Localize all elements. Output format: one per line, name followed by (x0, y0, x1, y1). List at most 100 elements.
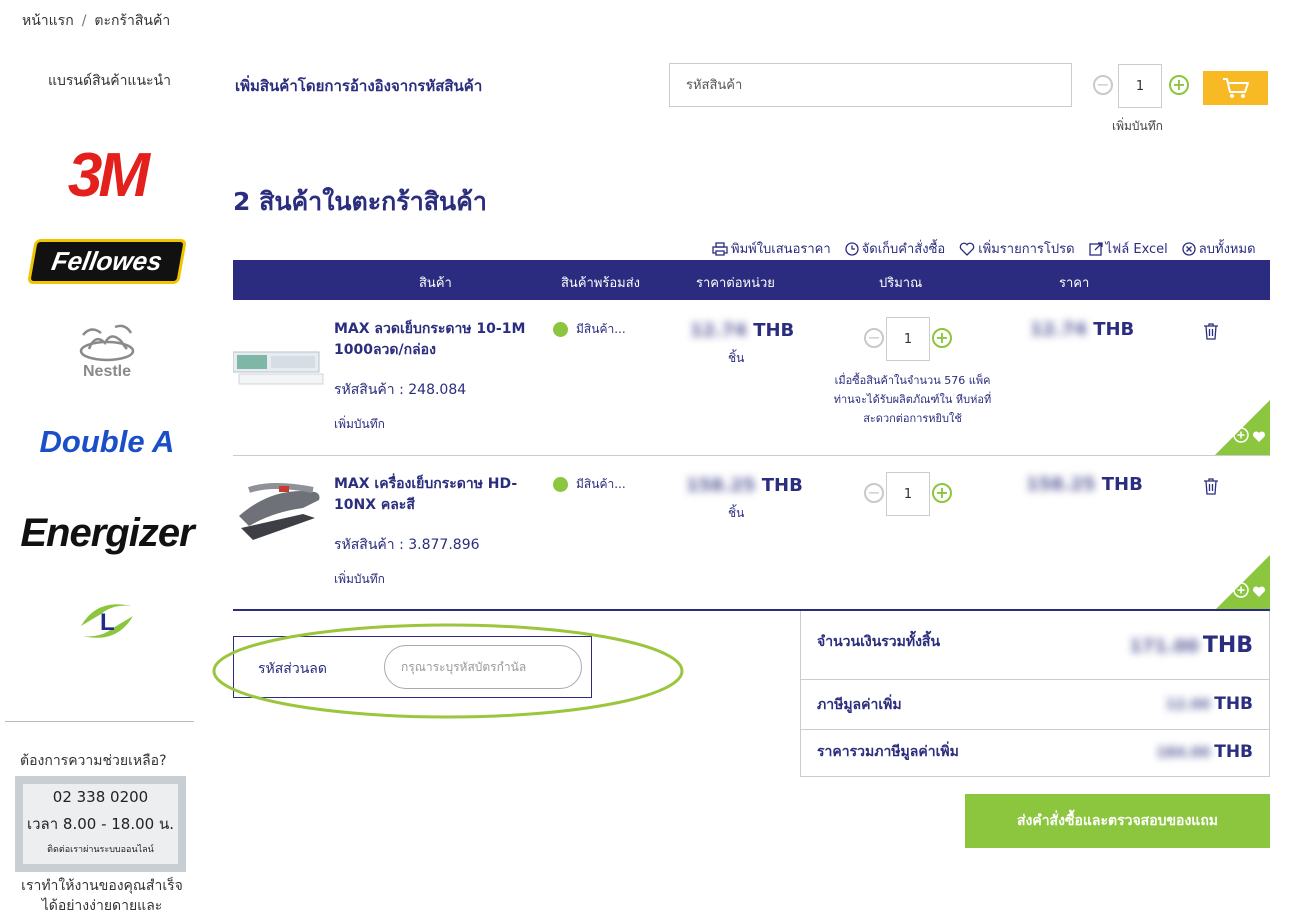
summary-vat-value: 12.00 THB (1166, 694, 1253, 714)
remove-all-button[interactable]: ลบทั้งหมด (1182, 238, 1256, 259)
brand-logo-energizer[interactable]: Energizer (20, 505, 194, 561)
remove-item-button[interactable] (1203, 477, 1219, 499)
breadcrumb: หน้าแรก / ตะกร้าสินค้า (22, 10, 170, 32)
summary-total-row: จำนวนเงินรวมทั้งสิ้น 171.00 THB (801, 611, 1269, 679)
summary-grand-label: ราคารวมภาษีมูลค่าเพิ่ม (817, 744, 959, 760)
summary-total-currency: THB (1202, 633, 1253, 658)
column-unit-price: ราคาต่อหน่วย (696, 276, 775, 291)
brand-logo-3m[interactable]: 3M (22, 140, 192, 210)
decrease-quantity-button[interactable]: − (864, 483, 884, 503)
column-quantity: ปริมาณ (879, 276, 923, 291)
quick-actions-corner[interactable] (1215, 400, 1270, 455)
availability-status: มีสินค้า... (553, 320, 626, 339)
add-to-cart-button[interactable] (1203, 71, 1268, 105)
sidebar-divider (5, 721, 194, 722)
breadcrumb-separator: / (81, 13, 87, 29)
column-price: ราคา (1059, 276, 1090, 291)
in-stock-icon (553, 477, 568, 492)
increase-quantity-button[interactable]: + (932, 483, 952, 503)
minus-icon: − (1096, 75, 1110, 94)
add-note-link[interactable]: เพิ่มบันทึก (334, 570, 385, 589)
product-image-staples[interactable] (232, 336, 325, 406)
decrease-quantity-button[interactable]: − (864, 328, 884, 348)
stapler-image (239, 483, 320, 540)
line-total-currency: THB (1093, 319, 1135, 340)
minus-icon: − (867, 483, 881, 502)
unit-price-currency: THB (761, 475, 803, 496)
summary-vat-label: ภาษีมูลค่าเพิ่ม (817, 697, 902, 713)
in-stock-icon (553, 322, 568, 337)
availability-text: มีสินค้า... (576, 477, 626, 491)
sku-input[interactable] (669, 63, 1072, 107)
increase-quantity-button[interactable]: + (932, 328, 952, 348)
summary-total-value: 171.00 THB (1129, 633, 1253, 658)
availability-status: มีสินค้า... (553, 475, 626, 494)
line-total-currency: THB (1101, 474, 1143, 495)
breadcrumb-home-link[interactable]: หน้าแรก (22, 13, 74, 29)
quantity-input[interactable]: 1 (886, 472, 930, 516)
help-online-link[interactable]: ติดต่อเราผ่านระบบออนไลน์ (23, 842, 178, 856)
unit-price: 12.74 THB (690, 320, 794, 341)
print-quote-label: พิมพ์ใบเสนอราคา (731, 242, 831, 257)
help-contact-card[interactable]: 02 338 0200 เวลา 8.00 - 18.00 น. ติดต่อเ… (15, 776, 186, 872)
product-image-stapler[interactable] (233, 478, 325, 548)
quick-actions-corner[interactable] (1215, 555, 1270, 610)
help-title: ต้องการความช่วยเหลือ? (20, 753, 167, 769)
printer-icon (712, 241, 728, 256)
add-note-link[interactable]: เพิ่มบันทึก (1112, 117, 1163, 136)
summary-total-amount: 171.00 (1129, 636, 1199, 657)
highlight-annotation (212, 623, 684, 719)
product-name[interactable]: MAX ลวดเย็บกระดาษ 10-1M 1000ลวด/กล่อง (334, 319, 544, 361)
lyreco-logo-icon: L (81, 604, 133, 638)
save-order-button[interactable]: จัดเก็บคำสั่งซื้อ (845, 238, 946, 259)
remove-item-button[interactable] (1203, 322, 1219, 344)
plus-icon: + (935, 483, 949, 502)
availability-text: มีสินค้า... (576, 322, 626, 336)
product-sku: รหัสสินค้า : 3.877.896 (334, 537, 480, 553)
unit-price-currency: THB (753, 320, 795, 341)
summary-vat-currency: THB (1214, 694, 1253, 714)
help-phone: 02 338 0200 (52, 788, 149, 806)
line-total: 12.74 THB (1030, 319, 1134, 340)
add-by-code-label: เพิ่มสินค้าโดยการอ้างอิงจากรหัสสินค้า (235, 77, 483, 95)
product-name[interactable]: MAX เครื่องเย็บกระดาษ HD-10NX คละสี (334, 474, 544, 516)
add-favorites-button[interactable]: เพิ่มรายการโปรด (959, 238, 1075, 259)
trash-icon (1204, 478, 1218, 495)
heart-icon (959, 242, 975, 256)
increase-quantity-button[interactable]: + (1169, 75, 1189, 95)
summary-grand-value: 184.00 THB (1156, 742, 1253, 762)
summary-vat-amount: 12.00 (1165, 697, 1211, 713)
breadcrumb-current: ตะกร้าสินค้า (94, 13, 171, 29)
quantity-input[interactable]: 1 (886, 317, 930, 361)
export-excel-button[interactable]: ไฟล์ Excel (1088, 238, 1168, 259)
print-quote-button[interactable]: พิมพ์ใบเสนอราคา (712, 238, 831, 259)
export-excel-label: ไฟล์ Excel (1105, 242, 1168, 257)
save-order-label: จัดเก็บคำสั่งซื้อ (861, 242, 946, 257)
cart-table-header: สินค้า สินค้าพร้อมส่ง ราคาต่อหน่วย ปริมา… (233, 260, 1270, 300)
checkout-button[interactable]: ส่งคำสั่งซื้อและตรวจสอบของแถม (965, 794, 1270, 848)
brand-logo-double-a[interactable]: Double A (22, 420, 192, 464)
line-total-value: 158.25 (1026, 474, 1096, 495)
help-hours: เวลา 8.00 - 18.00 น. (26, 815, 174, 833)
add-favorites-label: เพิ่มรายการโปรด (978, 242, 1075, 257)
add-note-link[interactable]: เพิ่มบันทึก (334, 415, 385, 434)
cart-icon (1222, 78, 1249, 98)
nest-bird-icon (79, 324, 135, 362)
line-total: 158.25 THB (1026, 474, 1143, 495)
brand-logo-lyreco[interactable]: L (22, 592, 192, 650)
lyreco-logo-letter: L (100, 609, 115, 636)
cart-actions: พิมพ์ใบเสนอราคา จัดเก็บคำสั่งซื้อ เพิ่มร… (712, 238, 1256, 259)
unit-price-value: 12.74 (690, 320, 747, 341)
column-availability: สินค้าพร้อมส่ง (561, 276, 641, 291)
decrease-quantity-button[interactable]: − (1093, 75, 1113, 95)
brand-logo-fellowes[interactable]: Fellowes (22, 238, 192, 284)
minus-icon: − (867, 328, 881, 347)
order-summary: จำนวนเงินรวมทั้งสิ้น 171.00 THB ภาษีมูลค… (800, 611, 1270, 777)
brand-logo-nestle[interactable]: Nestle (22, 318, 192, 384)
quantity-input[interactable]: 1 (1118, 64, 1162, 108)
export-icon (1088, 241, 1103, 256)
unit-label: ชิ้น (728, 351, 745, 365)
summary-vat-row: ภาษีมูลค่าเพิ่ม 12.00 THB (801, 679, 1269, 729)
help-tagline: เราทำให้งานของคุณสำเร็จได้อย่างง่ายดายแล… (21, 878, 183, 914)
cart-heading: 2 สินค้าในตะกร้าสินค้า (233, 187, 487, 216)
